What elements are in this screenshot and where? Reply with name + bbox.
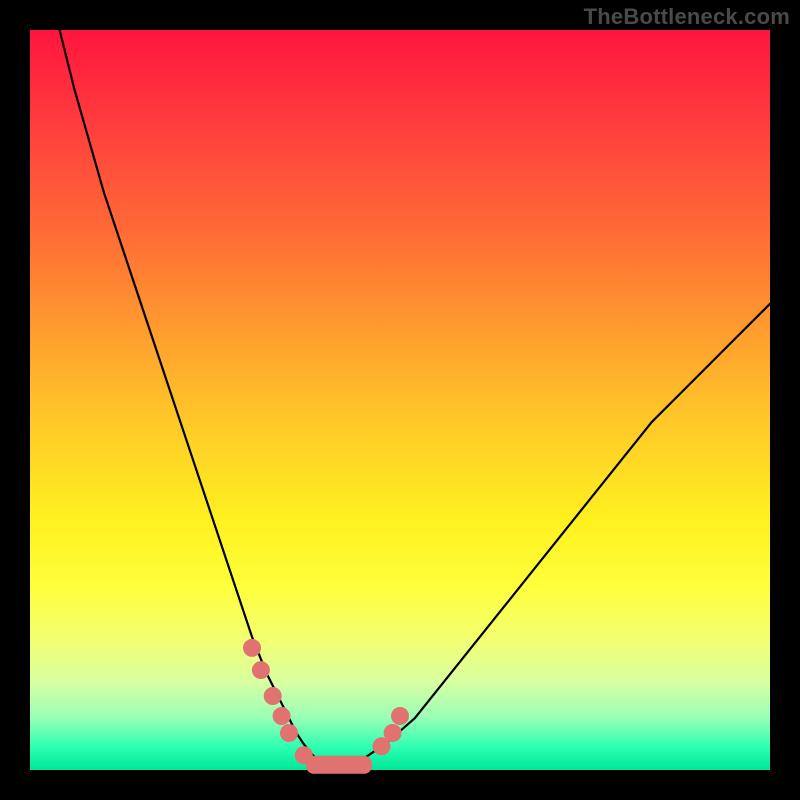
plot-area: [30, 30, 770, 770]
curve-marker-0: [243, 639, 261, 657]
curve-svg: [30, 30, 770, 770]
curve-marker-4: [280, 724, 298, 742]
flat-marker: [306, 756, 372, 774]
marker-group: [243, 639, 409, 764]
bottleneck-curve: [60, 30, 770, 767]
curve-marker-8: [391, 707, 409, 725]
curve-marker-1: [252, 661, 270, 679]
curve-marker-7: [384, 724, 402, 742]
curve-marker-2: [264, 687, 282, 705]
curve-marker-3: [273, 707, 291, 725]
watermark-text: TheBottleneck.com: [584, 4, 790, 30]
chart-frame: TheBottleneck.com: [0, 0, 800, 800]
